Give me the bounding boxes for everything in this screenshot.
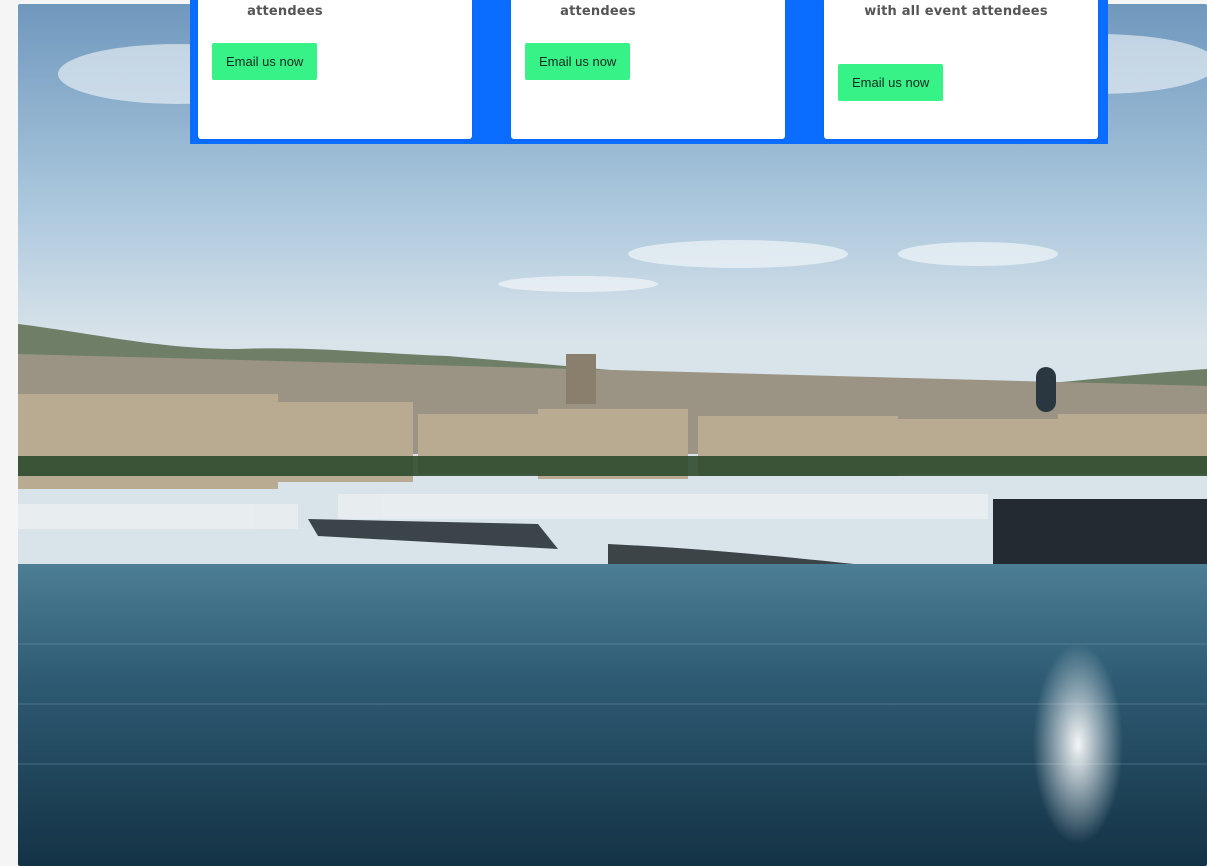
card-3-text: with all event attendees: [864, 4, 1048, 19]
contact-card-2: attendees Email us now: [511, 0, 785, 139]
cards-band: attendees Email us now attendees Email u…: [190, 0, 1108, 144]
contact-card-1: attendees Email us now: [198, 0, 472, 139]
contact-card-3: with all event attendees Email us now: [824, 0, 1098, 139]
card-2-text: attendees: [560, 4, 636, 19]
email-us-button-3[interactable]: Email us now: [838, 64, 944, 101]
email-us-button-2[interactable]: Email us now: [525, 43, 631, 80]
email-us-button-1[interactable]: Email us now: [212, 43, 318, 80]
page: attendees Email us now attendees Email u…: [0, 0, 1207, 866]
